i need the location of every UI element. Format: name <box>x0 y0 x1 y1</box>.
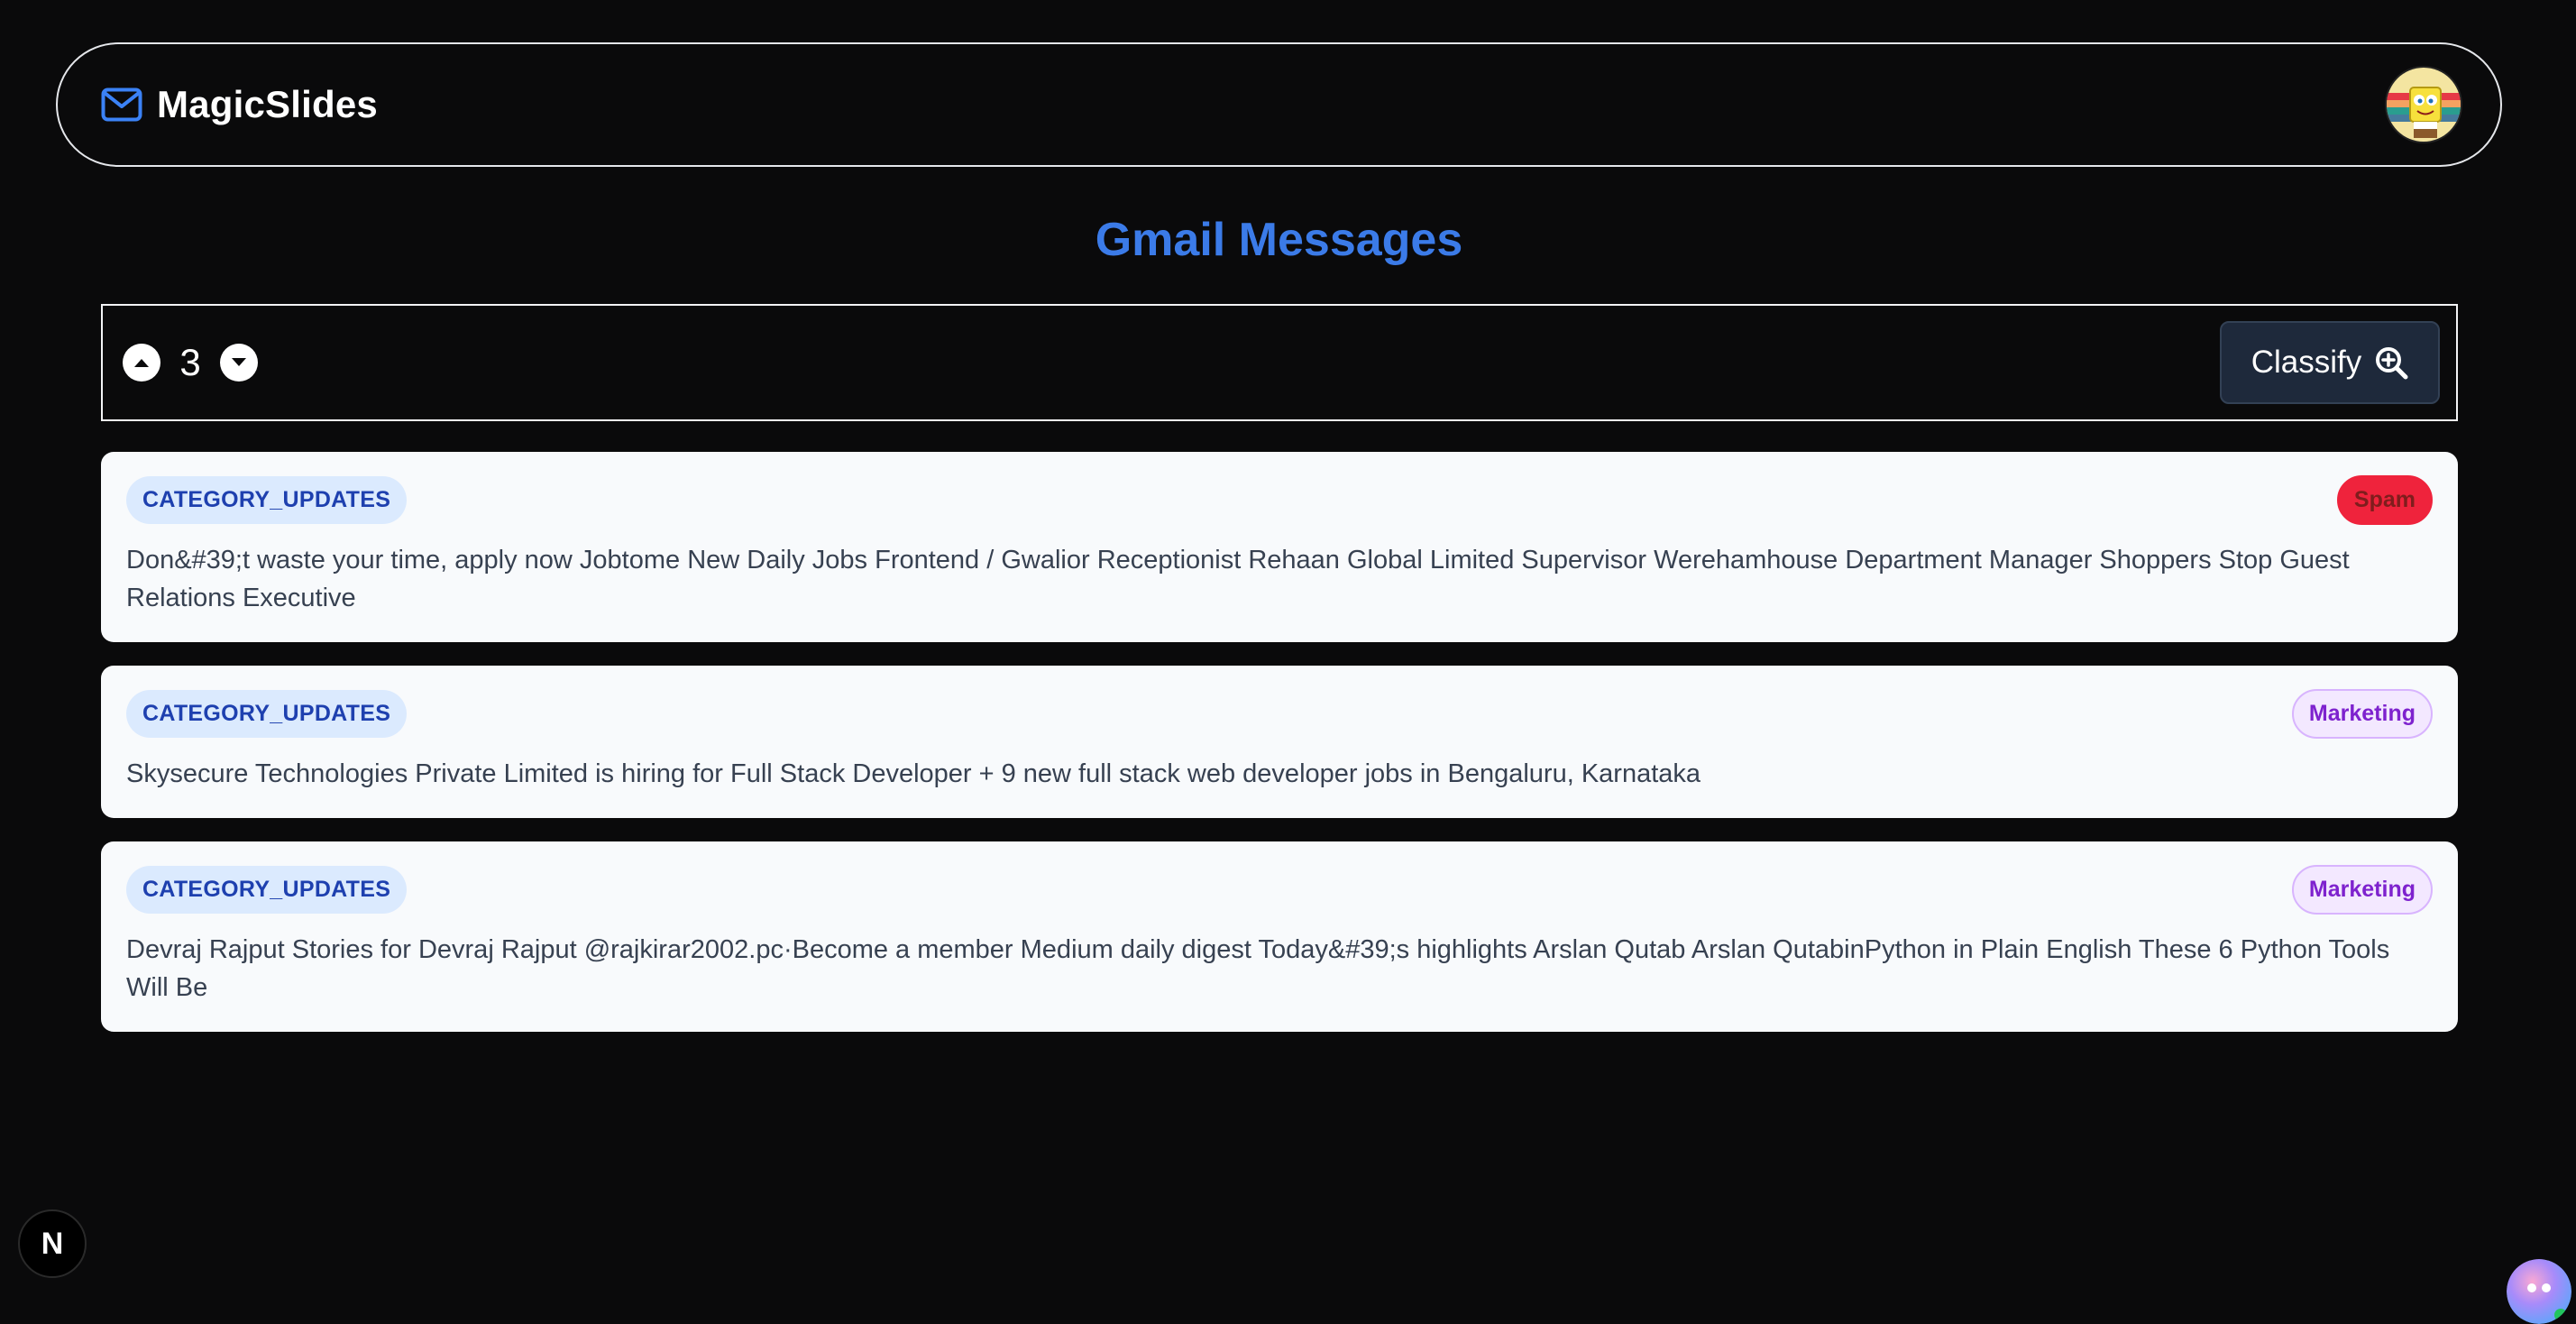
message-list: CATEGORY_UPDATES Spam Don&#39;t waste yo… <box>101 452 2458 1055</box>
controls-bar: 3 Classify <box>101 304 2458 421</box>
page-title: Gmail Messages <box>1095 214 1463 266</box>
message-card[interactable]: CATEGORY_UPDATES Spam Don&#39;t waste yo… <box>101 452 2458 642</box>
dev-badge-letter: N <box>41 1226 64 1261</box>
brand-name: MagicSlides <box>157 83 378 125</box>
brand[interactable]: MagicSlides <box>101 83 378 126</box>
caret-up-icon <box>134 359 149 367</box>
message-snippet: Devraj Rajput Stories for Devraj Rajput … <box>126 935 2390 1002</box>
top-navbar: MagicSlides <box>56 42 2502 167</box>
count-stepper: 3 <box>123 341 258 384</box>
zoom-in-icon <box>2376 347 2408 380</box>
classification-badge: Spam <box>2336 475 2433 525</box>
category-badge: CATEGORY_UPDATES <box>126 866 408 914</box>
decrease-count-button[interactable] <box>220 344 258 382</box>
count-value: 3 <box>179 341 201 383</box>
category-badge: CATEGORY_UPDATES <box>126 476 408 524</box>
classification-badge: Marketing <box>2291 865 2433 915</box>
caret-down-icon <box>232 358 246 366</box>
classification-badge: Marketing <box>2291 689 2433 739</box>
user-avatar[interactable] <box>2385 66 2462 143</box>
increase-count-button[interactable] <box>123 344 160 382</box>
mail-icon <box>101 87 142 122</box>
message-card[interactable]: CATEGORY_UPDATES Marketing Skysecure Tec… <box>101 666 2458 818</box>
category-badge: CATEGORY_UPDATES <box>126 690 408 738</box>
classify-button[interactable]: Classify <box>2220 321 2440 404</box>
message-card[interactable]: CATEGORY_UPDATES Marketing Devraj Rajput… <box>101 841 2458 1032</box>
message-snippet: Don&#39;t waste your time, apply now Job… <box>126 546 2350 612</box>
dev-tools-badge[interactable]: N <box>18 1209 87 1278</box>
classify-button-label: Classify <box>2251 345 2362 380</box>
assistant-bubble-icon[interactable] <box>2507 1259 2571 1324</box>
message-snippet: Skysecure Technologies Private Limited i… <box>126 759 1701 788</box>
